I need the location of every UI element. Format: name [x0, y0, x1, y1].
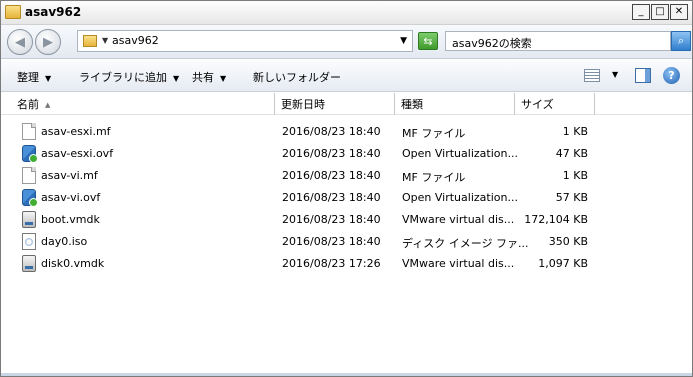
organize-label: 整理 [17, 71, 39, 84]
file-name: disk0.vmdk [41, 257, 105, 270]
list-item[interactable]: day0.iso 2016/08/23 18:40 ディスク イメージ ファ..… [1, 231, 692, 253]
file-name: day0.iso [41, 235, 88, 248]
file-name: asav-esxi.mf [41, 125, 111, 138]
list-item[interactable]: asav-vi.mf 2016/08/23 18:40 MF ファイル 1 KB [1, 165, 692, 187]
file-date: 2016/08/23 18:40 [282, 235, 381, 248]
breadcrumb[interactable]: asav962 [112, 34, 159, 47]
file-type: VMware virtual dis... [402, 213, 515, 226]
organize-menu[interactable]: 整理 ▼ [17, 69, 51, 85]
file-date: 2016/08/23 18:40 [282, 213, 381, 226]
command-bar: 整理 ▼ ライブラリに追加 ▼ 共有 ▼ 新しいフォルダー ▼ ? [1, 60, 692, 92]
file-type: MF ファイル [402, 171, 466, 184]
maximize-button[interactable]: □ [651, 4, 669, 20]
file-date: 2016/08/23 18:40 [282, 147, 381, 160]
file-type: ディスク イメージ ファ... [402, 237, 529, 250]
sort-ascending-icon: ▲ [45, 101, 51, 109]
ovf-icon [22, 189, 38, 207]
back-button[interactable]: ◀ [7, 29, 33, 55]
close-button[interactable]: ✕ [670, 4, 688, 20]
folder-icon [5, 5, 21, 19]
column-header: 名前 ▲ 更新日時 種類 サイズ [1, 93, 692, 115]
file-type: Open Virtualization... [402, 147, 518, 160]
list-item[interactable]: asav-vi.ovf 2016/08/23 18:40 Open Virtua… [1, 187, 692, 209]
file-size: 1 KB [562, 125, 588, 138]
list-item[interactable]: asav-esxi.ovf 2016/08/23 18:40 Open Virt… [1, 143, 692, 165]
share-label: 共有 [192, 71, 214, 84]
new-folder-label: 新しいフォルダー [253, 71, 341, 84]
search-icon: ⌕ [677, 34, 685, 47]
search-input[interactable]: asav962の検索 [445, 31, 671, 51]
chevron-down-icon: ▼ [173, 74, 180, 83]
file-size: 1,097 KB [538, 257, 588, 270]
file-name: asav-esxi.ovf [41, 147, 114, 160]
disc-image-icon [22, 233, 36, 250]
file-name: boot.vmdk [41, 213, 100, 226]
address-bar: ◀ ▶ ▼ asav962 ▼ ⇆ asav962の検索 ⌕ [1, 25, 692, 59]
file-size: 57 KB [555, 191, 588, 204]
vmdk-icon [22, 255, 36, 272]
file-size: 47 KB [555, 147, 588, 160]
column-type-label: 種類 [401, 98, 423, 111]
folder-icon [83, 35, 97, 47]
file-name: asav-vi.ovf [41, 191, 101, 204]
help-icon[interactable]: ? [663, 67, 680, 84]
file-date: 2016/08/23 17:26 [282, 257, 381, 270]
window-title: asav962 [25, 5, 82, 19]
view-dropdown-icon[interactable]: ▼ [612, 70, 618, 79]
list-item[interactable]: boot.vmdk 2016/08/23 18:40 VMware virtua… [1, 209, 692, 231]
window-controls: _ □ ✕ [631, 4, 688, 20]
file-size: 1 KB [562, 169, 588, 182]
new-folder-button[interactable]: 新しいフォルダー [253, 69, 341, 85]
refresh-button[interactable]: ⇆ [418, 32, 438, 50]
file-size: 172,104 KB [524, 213, 588, 226]
share-menu[interactable]: 共有 ▼ [192, 69, 226, 85]
forward-arrow-icon: ▶ [43, 34, 53, 50]
status-bar [1, 373, 692, 376]
address-dropdown-icon[interactable]: ▼ [400, 36, 407, 46]
address-input[interactable]: ▼ asav962 ▼ [77, 30, 413, 52]
list-item[interactable]: asav-esxi.mf 2016/08/23 18:40 MF ファイル 1 … [1, 121, 692, 143]
chevron-down-icon: ▼ [220, 74, 227, 83]
vmdk-icon [22, 211, 36, 228]
column-size-label: サイズ [521, 98, 554, 111]
column-name-label: 名前 [17, 98, 39, 111]
chevron-down-icon: ▼ [45, 74, 52, 83]
column-date[interactable]: 更新日時 [275, 93, 395, 115]
column-size[interactable]: サイズ [515, 93, 595, 115]
file-type: MF ファイル [402, 127, 466, 140]
add-to-library-label: ライブラリに追加 [79, 71, 167, 84]
breadcrumb-chevron-icon[interactable]: ▼ [102, 36, 108, 45]
forward-button[interactable]: ▶ [35, 29, 61, 55]
column-date-label: 更新日時 [281, 98, 325, 111]
document-icon [22, 167, 36, 184]
file-type: VMware virtual dis... [402, 257, 515, 270]
ovf-icon [22, 145, 38, 163]
file-list: asav-esxi.mf 2016/08/23 18:40 MF ファイル 1 … [1, 121, 692, 275]
view-options-icon[interactable] [584, 69, 600, 82]
file-date: 2016/08/23 18:40 [282, 169, 381, 182]
search-placeholder: asav962の検索 [452, 37, 532, 50]
preview-pane-icon[interactable] [635, 68, 651, 83]
refresh-icon: ⇆ [423, 34, 433, 48]
file-date: 2016/08/23 18:40 [282, 125, 381, 138]
explorer-window: asav962 _ □ ✕ ◀ ▶ ▼ asav962 ▼ ⇆ asav962の… [0, 0, 693, 377]
column-name[interactable]: 名前 ▲ [11, 93, 275, 115]
column-type[interactable]: 種類 [395, 93, 515, 115]
file-size: 350 KB [548, 235, 588, 248]
add-to-library-menu[interactable]: ライブラリに追加 ▼ [79, 69, 179, 85]
file-type: Open Virtualization... [402, 191, 518, 204]
document-icon [22, 123, 36, 140]
title-bar[interactable]: asav962 _ □ ✕ [1, 1, 692, 25]
search-button[interactable]: ⌕ [671, 31, 691, 51]
back-arrow-icon: ◀ [15, 34, 25, 50]
file-date: 2016/08/23 18:40 [282, 191, 381, 204]
minimize-button[interactable]: _ [632, 4, 650, 20]
list-item[interactable]: disk0.vmdk 2016/08/23 17:26 VMware virtu… [1, 253, 692, 275]
file-name: asav-vi.mf [41, 169, 98, 182]
